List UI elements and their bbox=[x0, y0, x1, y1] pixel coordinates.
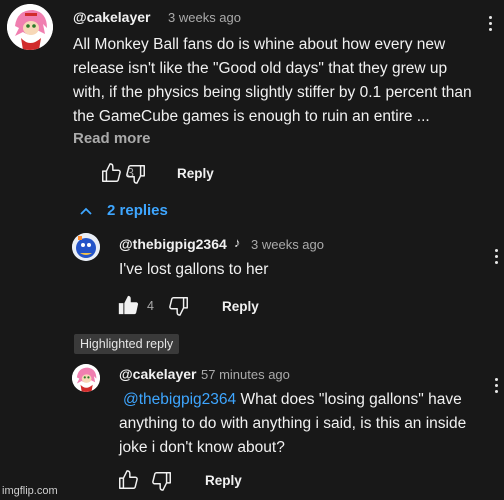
pink-hedgehog-avatar-icon bbox=[7, 4, 53, 50]
thumbs-up-icon bbox=[102, 163, 121, 182]
music-note-icon: ♪ bbox=[234, 235, 241, 250]
reply-button[interactable]: Reply bbox=[205, 473, 242, 488]
dislike-button[interactable] bbox=[125, 163, 147, 185]
reply-time[interactable]: 3 weeks ago bbox=[251, 237, 324, 252]
comment-time[interactable]: 3 weeks ago bbox=[168, 10, 241, 25]
chevron-up-icon bbox=[80, 207, 92, 215]
highlighted-reply-badge: Highlighted reply bbox=[74, 334, 180, 354]
replies-count-label: 2 replies bbox=[107, 202, 168, 219]
reply-author[interactable]: @cakelayer bbox=[119, 366, 197, 382]
read-more-link[interactable]: Read more bbox=[73, 130, 151, 147]
thumbs-down-icon bbox=[152, 472, 171, 491]
comment-author[interactable]: @cakelayer bbox=[73, 9, 151, 25]
dislike-button[interactable] bbox=[151, 470, 173, 492]
imgflip-watermark: imgflip.com bbox=[2, 485, 58, 497]
avatar[interactable] bbox=[7, 4, 53, 50]
like-count: 4 bbox=[147, 299, 154, 313]
thumbs-down-icon bbox=[169, 297, 188, 316]
reply-text: @thebigpig2364 What does "losing gallons… bbox=[119, 388, 484, 460]
like-button[interactable] bbox=[100, 162, 122, 184]
thumbs-down-icon bbox=[126, 165, 145, 184]
comment-menu-icon[interactable] bbox=[489, 16, 493, 34]
avatar[interactable] bbox=[72, 364, 100, 392]
reply-author[interactable]: @thebigpig2364 bbox=[119, 236, 227, 252]
reply-button[interactable]: Reply bbox=[222, 299, 259, 314]
thumbs-up-filled-icon bbox=[118, 295, 139, 315]
dislike-button[interactable] bbox=[168, 295, 190, 317]
reply-menu-icon[interactable] bbox=[495, 249, 499, 267]
reply-text: I've lost gallons to her bbox=[119, 261, 269, 278]
blue-character-avatar-icon bbox=[72, 233, 100, 261]
mention-link[interactable]: @thebigpig2364 bbox=[123, 391, 236, 408]
reply-button[interactable]: Reply bbox=[177, 166, 214, 181]
thumbs-up-icon bbox=[119, 470, 138, 489]
reply-time[interactable]: 57 minutes ago bbox=[201, 367, 290, 382]
like-button[interactable] bbox=[117, 294, 139, 316]
reply-menu-icon[interactable] bbox=[495, 378, 499, 396]
avatar[interactable] bbox=[72, 233, 100, 261]
comment-text: All Monkey Ball fans do is whine about h… bbox=[73, 36, 472, 125]
like-button[interactable] bbox=[117, 469, 139, 491]
pink-hedgehog-avatar-icon bbox=[72, 364, 100, 392]
